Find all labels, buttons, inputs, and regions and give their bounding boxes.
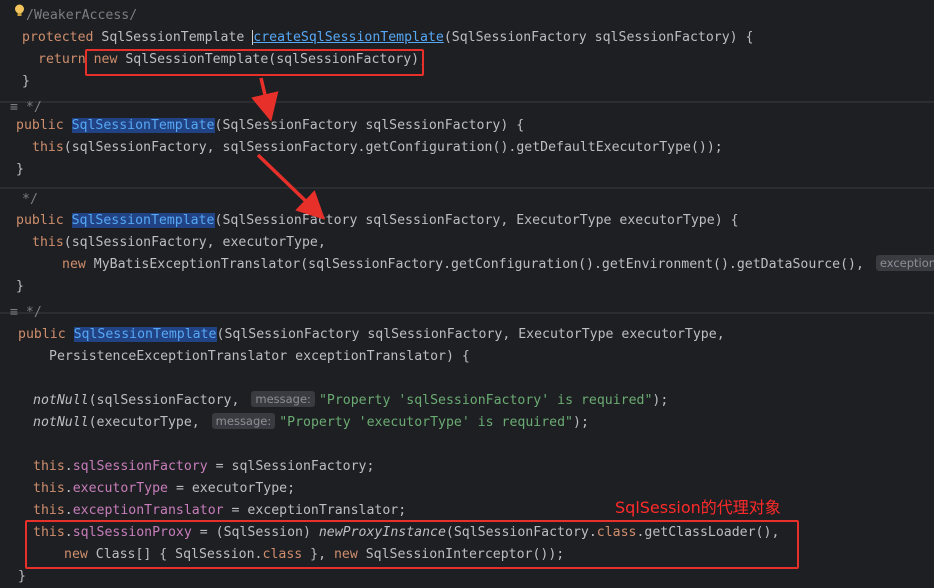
closing-brace: } (16, 279, 24, 294)
closing-brace: } (18, 569, 26, 584)
method-signature[interactable]: protected SqlSessionTemplate createSqlSe… (22, 27, 753, 49)
code-panel-constructor-2: */ public SqlSessionTemplate(SqlSessionF… (0, 187, 934, 312)
constructor-signature[interactable]: public SqlSessionTemplate(SqlSessionFact… (16, 115, 524, 137)
code-panel-create-template: /WeakerAccess/ protected SqlSessionTempl… (0, 0, 934, 97)
highlight-box-new-template (85, 49, 424, 76)
closing-brace: } (16, 162, 24, 177)
notnull-check-factory[interactable]: notNull(sqlSessionFactory, message: "Prop… (33, 390, 668, 412)
comment-line: ≡ */ (10, 305, 42, 320)
param-hint: message: (211, 413, 276, 429)
annotation-note: SqlSession的代理对象 (615, 498, 781, 517)
translator-arg[interactable]: new MyBatisExceptionTranslator(sqlSessio… (62, 254, 934, 276)
highlight-box-session-proxy (25, 520, 799, 569)
lightbulb-icon[interactable] (14, 4, 25, 18)
assign-exception-translator[interactable]: this.exceptionTranslator = exceptionTran… (33, 500, 406, 522)
constructor-signature[interactable]: public SqlSessionTemplate(SqlSessionFact… (18, 324, 725, 346)
method-name: createSqlSessionTemplate (253, 30, 444, 45)
constructor-signature[interactable]: public SqlSessionTemplate(SqlSessionFact… (16, 210, 739, 232)
code-panel-constructor-3: ≡ */ public SqlSessionTemplate(SqlSessio… (0, 305, 934, 588)
closing-brace: } (22, 74, 30, 89)
comment-line: */ (22, 192, 38, 207)
constructor-params[interactable]: PersistenceExceptionTranslator exception… (49, 346, 470, 368)
code-panel-constructor-1: ≡ */ public SqlSessionTemplate(SqlSessio… (0, 100, 934, 186)
comment-line: /WeakerAccess/ (26, 8, 138, 23)
this-call[interactable]: this(sqlSessionFactory, executorType, (32, 232, 326, 254)
param-hint: exceptionTra (875, 255, 934, 271)
notnull-check-executor[interactable]: notNull(executorType, message: "Property … (33, 412, 589, 434)
assign-executor-type[interactable]: this.executorType = executorType; (33, 478, 295, 500)
param-hint: message: (251, 391, 315, 407)
this-call[interactable]: this(sqlSessionFactory, sqlSessionFactor… (32, 137, 723, 159)
assign-session-factory[interactable]: this.sqlSessionFactory = sqlSessionFacto… (33, 456, 374, 478)
